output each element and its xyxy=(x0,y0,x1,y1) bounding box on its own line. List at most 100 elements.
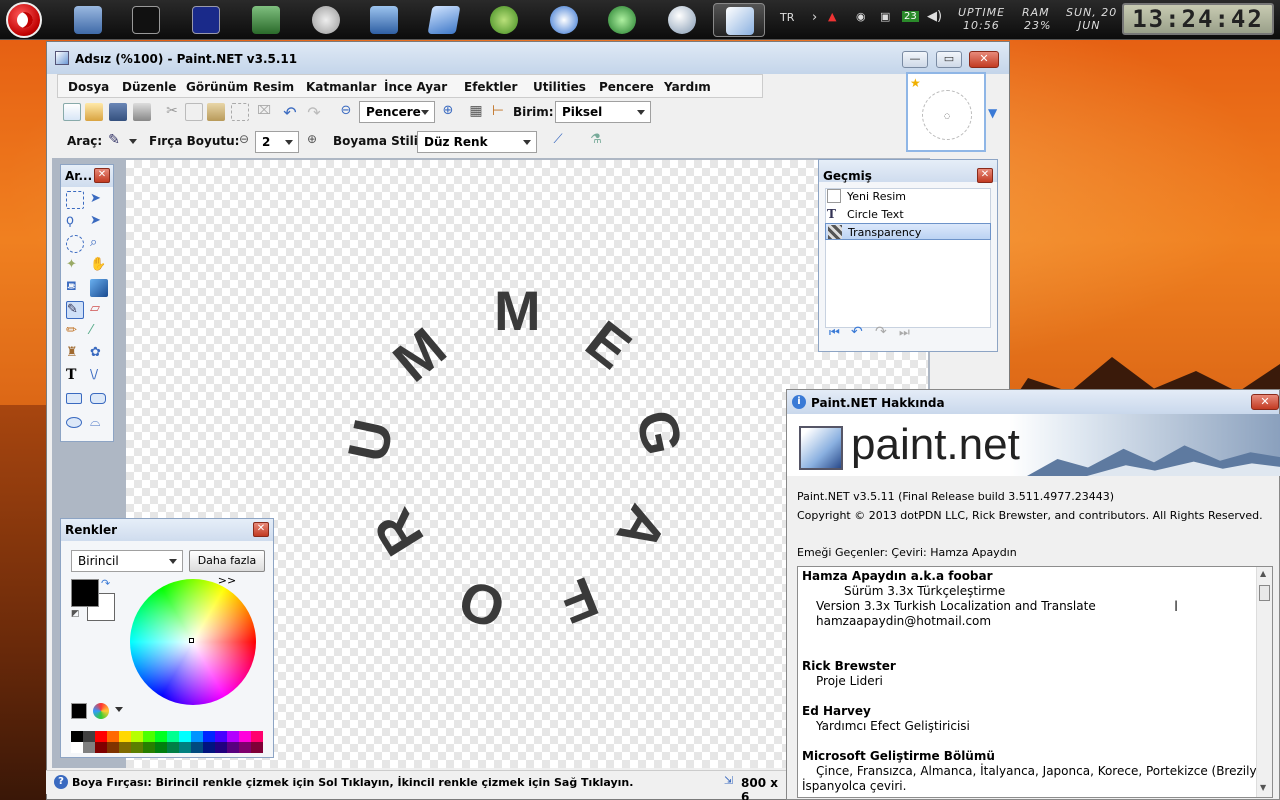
line-curve-icon[interactable]: \/ xyxy=(90,367,108,385)
tray-network-icon[interactable]: ▲ xyxy=(828,10,836,23)
paintbrush-tool-icon[interactable]: ✎ xyxy=(66,301,84,319)
paint-style-select[interactable]: Düz Renk xyxy=(417,131,537,153)
image-thumbnail[interactable]: ★ ◌ xyxy=(906,72,986,152)
taskbar-app-tools[interactable] xyxy=(478,3,530,37)
palette-swatch[interactable] xyxy=(167,742,179,753)
more-colors-button[interactable]: Daha fazla >> xyxy=(189,550,265,587)
colors-panel-titlebar[interactable]: Renkler ✕ xyxy=(61,519,273,541)
palette-swatch[interactable] xyxy=(203,731,215,742)
tray-badge[interactable]: 23 xyxy=(902,11,919,22)
menu-utilities[interactable]: Utilities xyxy=(533,80,586,94)
pencil-icon[interactable]: ✏ xyxy=(66,323,84,341)
new-file-icon[interactable] xyxy=(63,103,81,121)
taskbar-app-terminal[interactable] xyxy=(120,3,172,37)
menu-pencere[interactable]: Pencere xyxy=(599,80,654,94)
taskbar-app-paintnet[interactable] xyxy=(713,3,765,37)
paint-bucket-icon[interactable]: ⛾ xyxy=(66,279,84,297)
language-indicator[interactable]: TR xyxy=(780,11,794,24)
palette-swatch[interactable] xyxy=(95,742,107,753)
taskbar-app-monitor[interactable] xyxy=(180,3,232,37)
history-item[interactable]: T Circle Text xyxy=(825,206,991,223)
ruler-icon[interactable]: ⊢ xyxy=(489,103,507,121)
menu-duzenle[interactable]: Düzenle xyxy=(122,80,176,94)
close-button[interactable]: ✕ xyxy=(969,51,999,68)
palette-swatch[interactable] xyxy=(203,742,215,753)
units-select[interactable]: Piksel xyxy=(555,101,651,123)
reset-colors-icon[interactable]: ◩ xyxy=(71,609,80,619)
taskbar-app-messenger[interactable] xyxy=(538,3,590,37)
brush-size-increase-icon[interactable]: ⊕ xyxy=(303,132,321,150)
palette-swatch[interactable] xyxy=(83,742,95,753)
zoom-tool-icon[interactable]: ⌕ xyxy=(90,235,108,253)
brush-size-select[interactable]: 2 xyxy=(255,131,299,153)
taskbar-app-files[interactable] xyxy=(418,3,470,37)
palette-swatch[interactable] xyxy=(131,731,143,742)
tray-expand-icon[interactable]: › xyxy=(812,10,817,25)
recolor-icon[interactable]: ✿ xyxy=(90,345,108,363)
print-icon[interactable] xyxy=(133,103,151,121)
scroll-down-icon[interactable]: ▼ xyxy=(1260,783,1266,792)
maximize-button[interactable]: ▭ xyxy=(936,51,962,68)
palette-swatch[interactable] xyxy=(155,742,167,753)
rounded-rectangle-icon[interactable] xyxy=(90,393,106,404)
grid-icon[interactable]: ▦ xyxy=(467,103,485,121)
history-item-selected[interactable]: Transparency xyxy=(825,223,991,240)
palette-swatch[interactable] xyxy=(191,731,203,742)
ellipse-shape-icon[interactable] xyxy=(66,417,82,428)
history-first-icon[interactable]: ⏮ xyxy=(829,325,840,340)
color-wheel-cursor[interactable] xyxy=(189,638,194,643)
history-item[interactable]: Yeni Resim xyxy=(825,188,991,205)
palette-swatch[interactable] xyxy=(167,731,179,742)
magic-wand-icon[interactable]: ✦ xyxy=(66,257,84,275)
palette-swatch[interactable] xyxy=(227,731,239,742)
text-tool-icon[interactable]: T xyxy=(66,367,84,385)
palette-swatch[interactable] xyxy=(71,742,83,753)
paste-icon[interactable] xyxy=(207,103,225,121)
zoom-in-icon[interactable]: ⊕ xyxy=(439,103,457,121)
brush-size-decrease-icon[interactable]: ⊖ xyxy=(235,132,253,150)
palette-swatch[interactable] xyxy=(107,742,119,753)
palette-swatch[interactable] xyxy=(191,742,203,753)
primary-color-swatch[interactable] xyxy=(71,579,99,607)
tool-dropdown[interactable] xyxy=(125,132,143,150)
zoom-select[interactable]: Pencere xyxy=(359,101,435,123)
deselect-icon[interactable]: ⌧ xyxy=(255,103,273,121)
palette-swatch[interactable] xyxy=(179,731,191,742)
about-close-button[interactable]: ✕ xyxy=(1251,394,1279,410)
taskbar-app-computer[interactable] xyxy=(62,3,114,37)
palette-swatch[interactable] xyxy=(131,742,143,753)
history-panel-titlebar[interactable]: Geçmiş ✕ xyxy=(819,160,997,183)
redo-icon[interactable]: ↷ xyxy=(305,103,323,122)
paintbrush-icon[interactable]: ✎ xyxy=(105,132,123,150)
clone-stamp-icon[interactable]: ♜ xyxy=(66,345,84,363)
colors-panel-close-button[interactable]: ✕ xyxy=(253,522,269,537)
antialias-icon[interactable]: ⟋ xyxy=(549,132,567,150)
history-undo-icon[interactable]: ↶ xyxy=(851,324,863,340)
tray-display-icon[interactable]: ▣ xyxy=(880,10,890,23)
thumbnail-expand-icon[interactable]: ▼ xyxy=(988,106,1002,122)
chevron-down-icon[interactable] xyxy=(115,707,123,712)
palette-swatch[interactable] xyxy=(239,731,251,742)
palette-swatch[interactable] xyxy=(227,742,239,753)
move-selection-icon[interactable]: ➤ xyxy=(90,191,108,209)
move-selected-icon[interactable]: ➤ xyxy=(90,213,108,231)
about-titlebar[interactable]: i Paint.NET Hakkında ✕ xyxy=(787,390,1279,414)
taskbar-app-orb[interactable] xyxy=(656,3,708,37)
menu-ince-ayar[interactable]: İnce Ayar xyxy=(384,80,447,94)
palette-menu-icon[interactable] xyxy=(93,703,109,719)
palette-swatch[interactable] xyxy=(215,731,227,742)
palette-swatch[interactable] xyxy=(251,742,263,753)
palette-black-icon[interactable] xyxy=(71,703,87,719)
history-last-icon[interactable]: ⏭ xyxy=(899,325,910,340)
window-titlebar[interactable]: Adsız (%100) - Paint.NET v3.5.11 — ▭ ✕ xyxy=(47,42,1009,74)
blend-mode-icon[interactable]: ⚗ xyxy=(587,132,605,150)
rectangle-shape-icon[interactable] xyxy=(66,393,82,404)
tools-panel-close-button[interactable]: ✕ xyxy=(94,168,110,183)
menu-yardim[interactable]: Yardım xyxy=(664,80,711,94)
start-button[interactable] xyxy=(6,2,42,38)
palette-swatch[interactable] xyxy=(107,731,119,742)
crop-icon[interactable] xyxy=(231,103,249,121)
lasso-icon[interactable]: ϙ xyxy=(66,213,84,231)
minimize-button[interactable]: — xyxy=(902,51,928,68)
palette-swatch[interactable] xyxy=(155,731,167,742)
